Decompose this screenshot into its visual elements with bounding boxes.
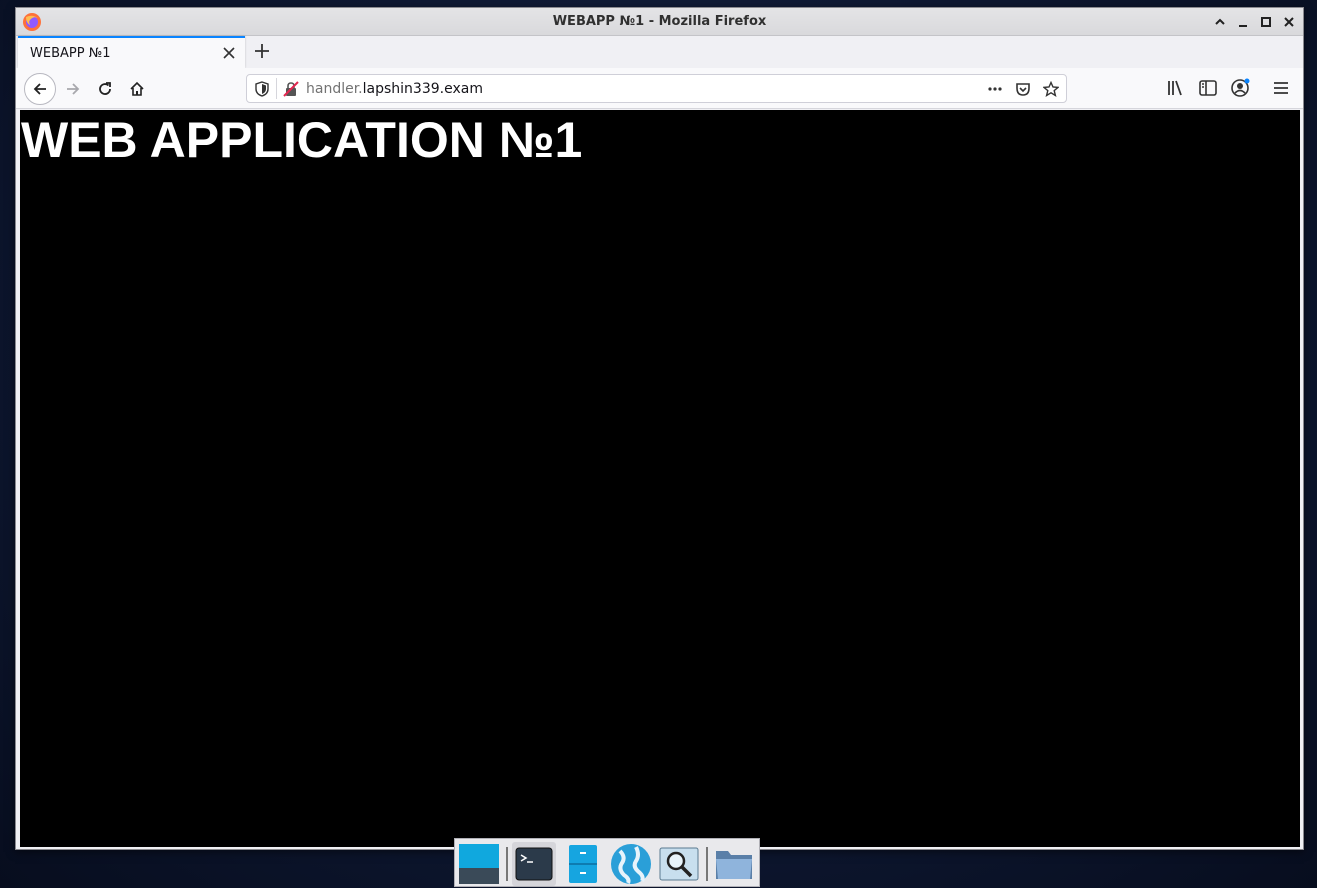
- dock-separator: [506, 847, 508, 881]
- terminal-icon: [515, 847, 553, 881]
- reload-button[interactable]: [91, 75, 119, 103]
- minimize-icon[interactable]: [1234, 13, 1252, 31]
- new-tab-icon[interactable]: [252, 41, 272, 61]
- folder-button[interactable]: [712, 842, 756, 886]
- firefox-window: WEBAPP №1 - Mozilla Firefox WEBAPP №1 ha…: [15, 7, 1304, 850]
- window-titlebar[interactable]: WEBAPP №1 - Mozilla Firefox: [16, 8, 1303, 36]
- show-desktop-icon: [459, 844, 499, 884]
- tab-strip: WEBAPP №1: [16, 36, 1303, 68]
- web-browser-icon: [611, 844, 651, 884]
- pocket-icon[interactable]: [1015, 81, 1031, 97]
- more-dots-icon[interactable]: [987, 81, 1003, 97]
- hamburger-menu-icon[interactable]: [1271, 78, 1291, 98]
- web-browser-button[interactable]: [609, 842, 653, 886]
- navigation-toolbar: handler.lapshin339.exam: [16, 68, 1303, 109]
- url-domain: lapshin339.exam: [362, 81, 483, 97]
- shield-icon[interactable]: [254, 81, 270, 97]
- url-divider: [276, 78, 277, 99]
- account-icon[interactable]: [1230, 78, 1250, 98]
- chevron-up-icon[interactable]: [1211, 13, 1229, 31]
- bookmark-star-icon[interactable]: [1043, 81, 1059, 97]
- close-icon[interactable]: [1280, 13, 1298, 31]
- search-icon: [659, 847, 699, 881]
- tab-close-icon[interactable]: [221, 45, 237, 61]
- terminal-button[interactable]: [512, 842, 556, 886]
- file-manager-icon: [569, 845, 597, 883]
- window-title: WEBAPP №1 - Mozilla Firefox: [552, 14, 767, 29]
- dock: [454, 838, 760, 887]
- search-button[interactable]: [657, 842, 701, 886]
- dock-separator: [706, 847, 708, 881]
- page-heading: WEB APPLICATION №1: [21, 112, 583, 168]
- folder-icon: [716, 851, 752, 879]
- insecure-lock-icon[interactable]: [283, 81, 299, 97]
- forward-button[interactable]: [59, 75, 87, 103]
- url-text[interactable]: handler.lapshin339.exam: [306, 81, 483, 97]
- tab-title: WEBAPP №1: [30, 46, 111, 61]
- page-content: WEB APPLICATION №1: [20, 110, 1300, 847]
- home-button[interactable]: [123, 75, 151, 103]
- forward-arrow-icon: [67, 83, 80, 95]
- show-desktop-button[interactable]: [457, 842, 501, 886]
- home-icon: [130, 81, 144, 96]
- tab-webapp[interactable]: WEBAPP №1: [18, 36, 245, 68]
- reload-icon: [99, 82, 111, 95]
- back-button[interactable]: [24, 73, 56, 105]
- url-bar[interactable]: handler.lapshin339.exam: [246, 74, 1067, 103]
- sidebar-icon[interactable]: [1198, 78, 1218, 98]
- maximize-icon[interactable]: [1257, 13, 1275, 31]
- url-prefix: handler.: [306, 81, 363, 97]
- file-manager-button[interactable]: [561, 842, 605, 886]
- back-arrow-icon: [33, 83, 46, 95]
- library-icon[interactable]: [1166, 78, 1186, 98]
